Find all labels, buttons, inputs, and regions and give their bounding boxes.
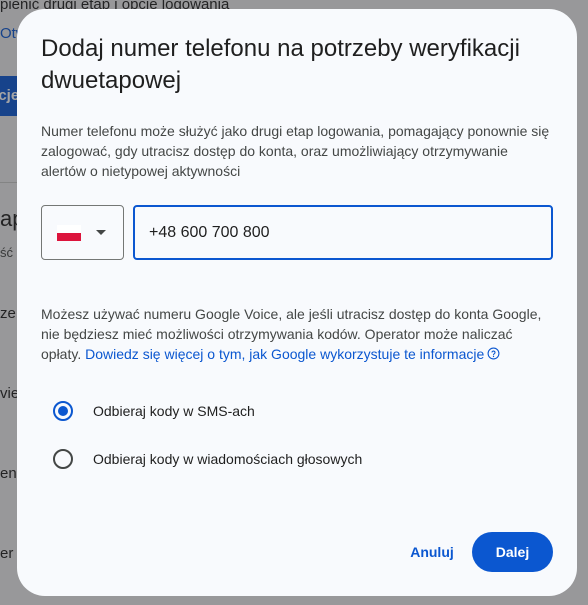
two-step-phone-dialog: Dodaj numer telefonu na potrzeby weryfik… <box>17 9 577 596</box>
radio-label-voice: Odbieraj kody w wiadomościach głosowych <box>93 451 363 467</box>
flag-red-stripe <box>57 233 81 241</box>
arrow-drop-down-icon <box>96 230 106 235</box>
cancel-button[interactable]: Anuluj <box>401 532 463 572</box>
google-voice-info: Możesz używać numeru Google Voice, ale j… <box>41 304 553 364</box>
radio-button-unchecked[interactable] <box>53 449 73 469</box>
country-code-select[interactable] <box>41 205 124 260</box>
phone-number-input[interactable] <box>149 207 539 258</box>
learn-more-link[interactable]: Dowiedz się więcej o tym, jak Google wyk… <box>85 346 484 362</box>
dialog-title: Dodaj numer telefonu na potrzeby weryfik… <box>41 35 520 94</box>
radio-option-sms[interactable]: Odbieraj kody w SMS-ach <box>53 399 255 423</box>
flag-white-stripe <box>57 225 81 233</box>
radio-option-voice[interactable]: Odbieraj kody w wiadomościach głosowych <box>53 447 362 471</box>
dialog-description: Numer telefonu może służyć jako drugi et… <box>41 123 550 179</box>
poland-flag-icon <box>57 225 81 241</box>
radio-button-checked[interactable] <box>53 401 73 421</box>
next-button[interactable]: Dalej <box>472 532 553 572</box>
phone-number-field[interactable] <box>133 205 553 260</box>
radio-label-sms: Odbieraj kody w SMS-ach <box>93 403 255 419</box>
help-circle-icon[interactable] <box>487 347 500 360</box>
